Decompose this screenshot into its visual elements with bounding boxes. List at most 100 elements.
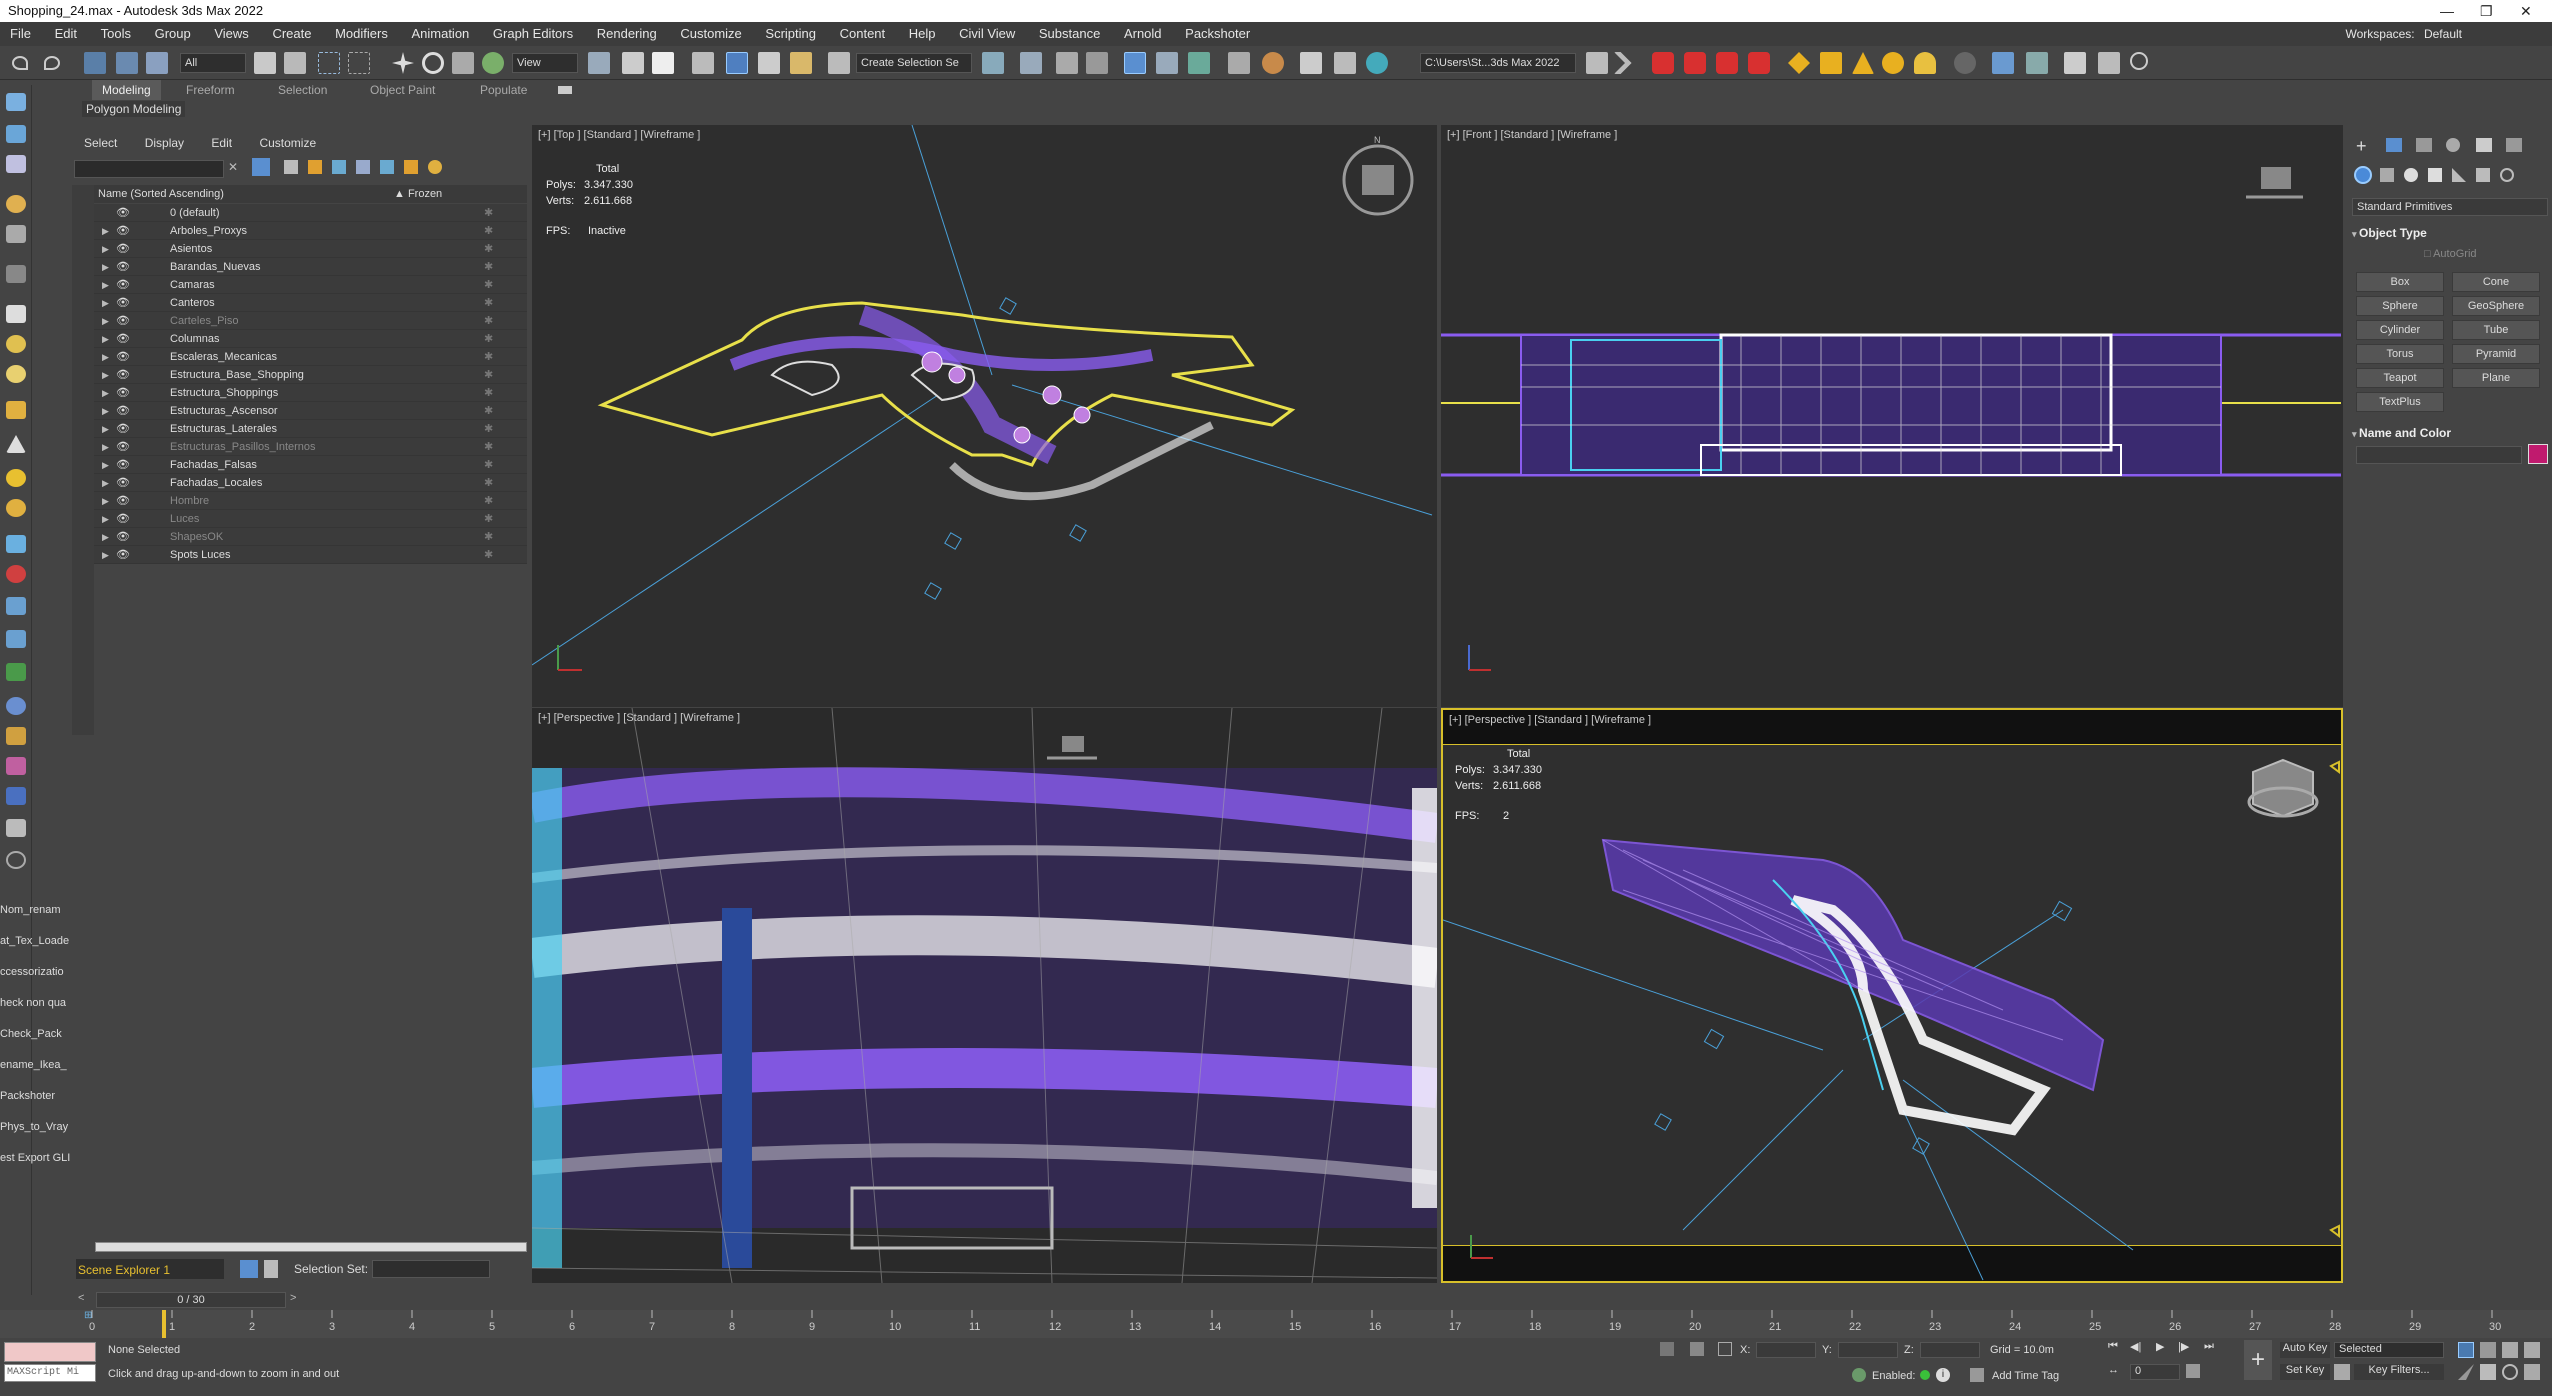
layer-name[interactable]: ShapesOK <box>170 528 223 546</box>
geometry-icon[interactable] <box>2354 166 2372 184</box>
add-time-tag[interactable]: Add Time Tag <box>1992 1370 2059 1382</box>
menu-edit[interactable]: Edit <box>45 22 87 46</box>
select-by-name-icon[interactable] <box>284 52 306 74</box>
save-layout-icon[interactable] <box>2098 52 2120 74</box>
helpers-icon[interactable] <box>2452 168 2466 182</box>
toggle-scene-explorer-icon[interactable] <box>1056 52 1078 74</box>
named-selection-dropdown[interactable]: Create Selection Se <box>856 53 972 73</box>
layer-row[interactable]: ▶ 👁 Estructura_Base_Shopping ✱ <box>94 366 527 384</box>
menu-scripting[interactable]: Scripting <box>755 22 826 46</box>
key-selection-dropdown[interactable]: Selected <box>2334 1342 2444 1358</box>
expand-arrow-icon[interactable]: ▶ <box>102 492 109 510</box>
material-editor-icon[interactable] <box>1228 52 1250 74</box>
viewport-perspective-left[interactable]: [+] [Perspective ] [Standard ] [Wirefram… <box>532 708 1437 1283</box>
expand-arrow-icon[interactable]: ▶ <box>102 438 109 456</box>
move-icon[interactable] <box>392 52 414 74</box>
freeze-icon[interactable]: ✱ <box>484 474 493 492</box>
expand-arrow-icon[interactable]: ▶ <box>102 528 109 546</box>
zoom-icon[interactable] <box>2458 1342 2474 1358</box>
cone-button[interactable]: Cone <box>2452 272 2540 292</box>
explorer-menu-select[interactable]: Select <box>72 130 129 156</box>
visibility-eye-icon[interactable]: 👁 <box>116 402 130 420</box>
hierarchy-view-icon[interactable] <box>356 160 370 174</box>
layer-row[interactable]: ▶ 👁 Estructuras_Pasillos_Internos ✱ <box>94 438 527 456</box>
spinner-snap-icon[interactable] <box>790 52 812 74</box>
maxscript-listener-top[interactable] <box>4 1342 96 1362</box>
visibility-eye-icon[interactable]: 👁 <box>116 366 130 384</box>
freeze-icon[interactable]: ✱ <box>484 222 493 240</box>
viewport-front[interactable]: [+] [Front ] [Standard ] [Wireframe ] <box>1441 125 2343 707</box>
select-object-icon[interactable] <box>254 52 276 74</box>
object-color-swatch[interactable] <box>2528 444 2548 464</box>
freeze-icon[interactable]: ✱ <box>484 330 493 348</box>
freeze-icon[interactable]: ✱ <box>484 294 493 312</box>
explorer-menu-display[interactable]: Display <box>133 130 196 156</box>
zoom-extents-icon[interactable] <box>2502 1342 2518 1358</box>
expand-arrow-icon[interactable]: ▶ <box>102 330 109 348</box>
layer-row[interactable]: ▶ 👁 Spots Luces ✱ <box>94 546 527 564</box>
toggle-ribbon-icon[interactable] <box>1124 52 1146 74</box>
render-setup-icon[interactable] <box>1262 52 1284 74</box>
maximize-viewport-icon[interactable] <box>2524 1364 2540 1380</box>
freeze-icon[interactable]: ✱ <box>484 420 493 438</box>
camera-icon[interactable] <box>6 225 26 243</box>
prev-key-icon[interactable]: ◀︎| <box>2130 1340 2141 1353</box>
next-frame-icon[interactable]: > <box>290 1292 304 1308</box>
visibility-eye-icon[interactable]: 👁 <box>116 330 130 348</box>
freeze-icon[interactable]: ✱ <box>484 456 493 474</box>
modify-icon[interactable] <box>6 125 26 143</box>
viewport-front-label[interactable]: [+] [Front ] [Standard ] [Wireframe ] <box>1447 129 1617 141</box>
select-manipulate-icon[interactable] <box>622 52 644 74</box>
time-tag-icon[interactable] <box>1970 1368 1984 1382</box>
visibility-eye-icon[interactable]: 👁 <box>116 384 130 402</box>
maxscript-mini-listener[interactable]: MAXScript Mi <box>4 1364 96 1382</box>
script-nom-renam[interactable]: Nom_renam <box>0 895 72 926</box>
help-icon[interactable] <box>2130 52 2148 70</box>
mirror-icon[interactable] <box>982 52 1004 74</box>
geosphere-button[interactable]: GeoSphere <box>2452 296 2540 316</box>
zoom-all-icon[interactable] <box>2480 1342 2496 1358</box>
object-name-input[interactable] <box>2356 446 2522 464</box>
sphere-blue-icon[interactable] <box>6 697 26 715</box>
layer-row[interactable]: ▶ 👁 Carteles_Piso ✱ <box>94 312 527 330</box>
render-production-icon[interactable] <box>1334 52 1356 74</box>
unlink-icon[interactable] <box>116 52 138 74</box>
window-crossing-icon[interactable] <box>348 52 370 74</box>
teapot-button[interactable]: Teapot <box>2356 368 2444 388</box>
menu-civil-view[interactable]: Civil View <box>949 22 1025 46</box>
plant-icon[interactable] <box>6 663 26 681</box>
time-config-icon[interactable] <box>2186 1364 2200 1378</box>
bones-icon[interactable] <box>6 597 26 615</box>
explorer-search-input[interactable] <box>74 160 224 178</box>
current-frame-marker[interactable] <box>162 1310 166 1338</box>
layer-name[interactable]: Estructuras_Ascensor <box>170 402 278 420</box>
freeze-icon[interactable]: ✱ <box>484 276 493 294</box>
visibility-eye-icon[interactable]: 👁 <box>116 258 130 276</box>
rotate-icon[interactable] <box>422 52 444 74</box>
angle-snap-icon[interactable] <box>726 52 748 74</box>
layer-name[interactable]: Arboles_Proxys <box>170 222 247 240</box>
expand-arrow-icon[interactable]: ▶ <box>102 420 109 438</box>
arnold-shader-icon[interactable] <box>1820 52 1842 74</box>
arnold-render-icon[interactable] <box>1652 52 1674 74</box>
project-path-dropdown[interactable]: C:\Users\St...3ds Max 2022 <box>1420 53 1576 73</box>
helper-icon[interactable] <box>6 265 26 283</box>
sphere2-icon[interactable] <box>6 499 26 517</box>
layer-manager-icon[interactable] <box>264 1260 278 1278</box>
isolate-icon[interactable] <box>1660 1342 1674 1356</box>
visibility-eye-icon[interactable]: 👁 <box>116 204 130 222</box>
adaptive-degradation-icon[interactable] <box>1852 1368 1866 1382</box>
layer-row[interactable]: ▶ 👁 Escaleras_Mecanicas ✱ <box>94 348 527 366</box>
script-rename-ikea[interactable]: ename_Ikea_ <box>0 1050 72 1081</box>
box-button[interactable]: Box <box>2356 272 2444 292</box>
menu-packshoter[interactable]: Packshoter <box>1175 22 1260 46</box>
zoom-extents-all-icon[interactable] <box>2524 1342 2540 1358</box>
object-type-rollout[interactable]: ▾ Object Type <box>2352 226 2427 240</box>
light-icon[interactable] <box>6 195 26 213</box>
keyboard-shortcut-icon[interactable] <box>652 52 674 74</box>
arnold-light-icon[interactable] <box>1788 52 1810 74</box>
layer-name[interactable]: 0 (default) <box>170 204 220 222</box>
tab-modeling[interactable]: Modeling <box>92 80 161 100</box>
lock-icon[interactable] <box>6 819 26 837</box>
bind-space-warp-icon[interactable] <box>146 52 168 74</box>
